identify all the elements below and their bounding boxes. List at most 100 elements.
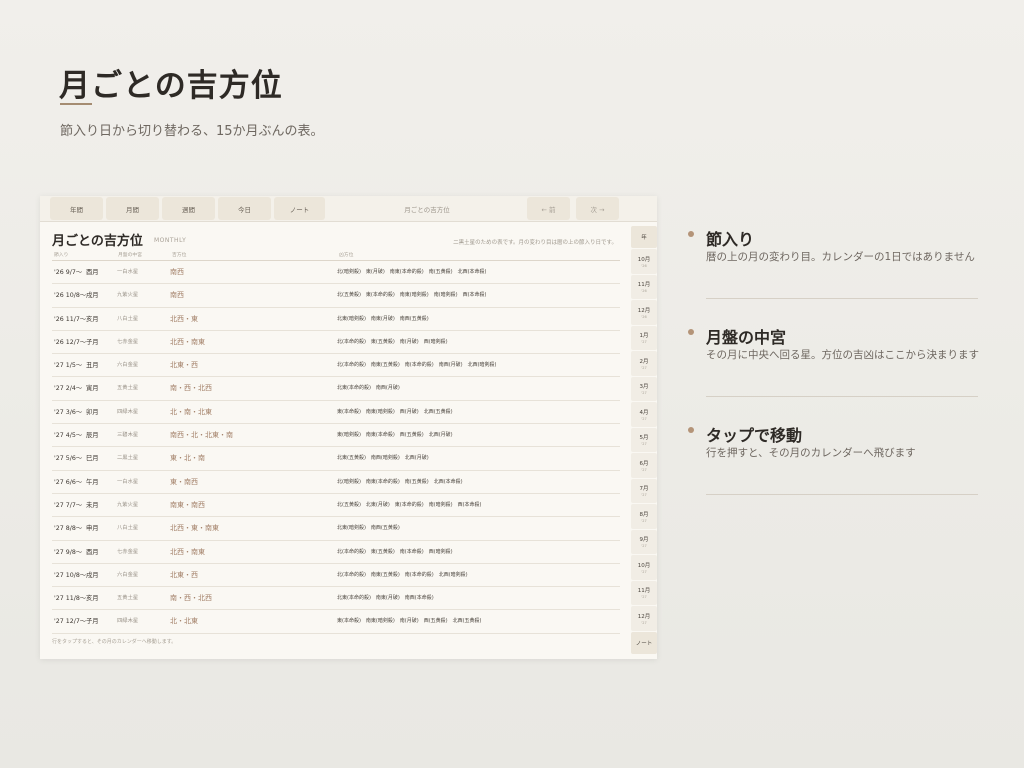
row-bad-directions: 北(本命的殺) 東(五黄殺) 南(月破) 西(暗剣殺): [337, 338, 448, 345]
table-row[interactable]: '27 12/7〜 子月 四緑木星 北・北東 東(本命殺) 南東(暗剣殺) 南(月破) …: [52, 610, 620, 634]
row-branch: 申月: [86, 525, 99, 533]
app-screen: 年間 月間 週間 今日 ノート 月ごとの吉方位 ← 前 次 → 月ごとの吉方位 …: [40, 196, 657, 659]
rail-month-label: 12月: [637, 307, 651, 314]
rail-month-button[interactable]: 8月 '27: [631, 504, 657, 529]
rail-month-button[interactable]: 12月 '26: [631, 300, 657, 325]
table-row[interactable]: '27 3/6〜 卯月 四緑木星 北・南・北東 東(本命殺) 南東(暗剣殺) 西(月破)…: [52, 401, 620, 425]
rail-year-label: '27: [641, 493, 647, 498]
row-date: '27 6/6〜: [54, 478, 83, 486]
row-bad-directions: 北東(五黄殺) 南西(暗剣殺) 北西(月破): [337, 455, 429, 462]
row-center-star: 九紫火星: [117, 501, 139, 508]
row-branch: 子月: [86, 618, 99, 626]
table-row[interactable]: '27 5/6〜 巳月 二黒土星 東・北・南 北東(五黄殺) 南西(暗剣殺) 北西(月破…: [52, 447, 620, 471]
legend-item: 月盤の中宮 その月に中央へ回る星。方位の吉凶はここから決まります: [688, 324, 979, 422]
row-branch: 寅月: [86, 385, 99, 393]
legend-divider: [706, 494, 978, 495]
rail-month-button[interactable]: 5月 '27: [631, 427, 657, 452]
row-good-direction: 北・北東: [170, 617, 198, 626]
row-center-star: 八白土星: [117, 315, 139, 322]
table-row[interactable]: '27 9/8〜 酉月 七赤金星 北西・南東 北(本命的殺) 東(五黄殺) 南(本命殺)…: [52, 541, 620, 564]
header-bad-direction: 凶方位: [339, 253, 354, 258]
content-title: 月ごとの吉方位: [52, 234, 143, 249]
legend-title: 月盤の中宮: [706, 328, 787, 347]
row-center-star: 一白水星: [117, 269, 139, 275]
table-row[interactable]: '27 8/8〜 申月 八白土星 北西・東・南東 北東(暗剣殺) 南西(五黄殺): [52, 517, 620, 541]
table-row[interactable]: '26 11/7〜 亥月 八白土星 北西・東 北東(暗剣殺) 南東(月破) 南西(五黄殺…: [52, 308, 620, 331]
page-title: 月ごとの吉方位: [59, 68, 283, 104]
rail-month-button[interactable]: 9月 '27: [631, 529, 657, 554]
row-date: '27 10/8〜: [54, 571, 87, 579]
rail-month-button[interactable]: 2月 '27: [631, 351, 657, 376]
legend-title: 節入り: [706, 230, 755, 249]
rail-month-button[interactable]: 1月 '27: [631, 325, 657, 350]
row-bad-directions: 東(本命殺) 南東(暗剣殺) 南(月破) 西(五黄殺) 北西(五黄殺): [337, 618, 482, 625]
row-branch: 子月: [86, 338, 99, 346]
row-good-direction: 南・西・北西: [170, 594, 212, 603]
row-bad-directions: 北(暗剣殺) 南東(本命的殺) 南(五黄殺) 北西(本命殺): [337, 478, 463, 485]
row-date: '26 9/7〜: [54, 269, 83, 276]
row-branch: 戌月: [86, 292, 99, 300]
rail-month-button[interactable]: 7月 '27: [631, 478, 657, 503]
rail-month-button[interactable]: 10月 '27: [631, 555, 657, 580]
next-button[interactable]: 次 →: [576, 197, 619, 220]
rail-month-label: 4月: [639, 409, 649, 416]
table-row[interactable]: '27 6/6〜 午月 一白水星 東・南西 北(暗剣殺) 南東(本命的殺) 南(五黄殺)…: [52, 471, 620, 494]
row-good-direction: 南東・南西: [170, 500, 205, 509]
row-branch: 酉月: [86, 548, 99, 556]
row-branch: 亥月: [86, 315, 99, 323]
table-row[interactable]: '27 4/5〜 辰月 三碧木星 南西・北・北東・南 東(暗剣殺) 南東(本命殺) 西(…: [52, 424, 620, 448]
table-row[interactable]: '26 9/7〜 酉月 一白水星 南西 北(暗剣殺) 東(月破) 南東(本命的殺) 南(…: [52, 261, 620, 285]
tab-today[interactable]: 今日: [218, 197, 271, 220]
row-branch: 辰月: [86, 432, 99, 440]
tab-note[interactable]: ノート: [274, 197, 325, 220]
table-row[interactable]: '27 1/5〜 丑月 六白金星 北東・西 北(本命的殺) 南東(五黄殺) 南(本命的殺…: [52, 354, 620, 378]
table-row[interactable]: '26 12/7〜 子月 七赤金星 北西・南東 北(本命的殺) 東(五黄殺) 南(月破)…: [52, 331, 620, 355]
table-row[interactable]: '27 11/8〜 亥月 五黄土星 南・西・北西 北東(本命的殺) 南東(月破) 南西(…: [52, 587, 620, 611]
row-branch: 戌月: [86, 571, 99, 579]
table-row[interactable]: '27 10/8〜 戌月 六白金星 北東・西 北(本命的殺) 南東(五黄殺) 南(本命的…: [52, 564, 620, 588]
rail-year-label: '27: [641, 569, 647, 574]
tab-weekly[interactable]: 週間: [162, 197, 215, 220]
rail-month-button[interactable]: 12月 '27: [631, 606, 657, 631]
table-row[interactable]: '27 2/4〜 寅月 五黄土星 南・西・北西 北東(本命的殺) 南西(月破): [52, 377, 620, 401]
rail-note-button[interactable]: ノート: [631, 631, 657, 654]
row-date: '27 1/5〜: [54, 362, 83, 370]
prev-button[interactable]: ← 前: [527, 197, 570, 220]
rail-month-label: 1月: [639, 333, 649, 340]
rail-month-label: 9月: [639, 537, 649, 544]
row-bad-directions: 東(本命殺) 南東(暗剣殺) 西(月破) 北西(五黄殺): [337, 408, 453, 415]
rail-month-button[interactable]: 11月 '26: [631, 274, 657, 299]
table-row[interactable]: '26 10/8〜 戌月 九紫火星 南西 北(五黄殺) 東(本命的殺) 南東(暗剣殺) …: [52, 284, 620, 308]
row-date: '26 11/7〜: [54, 315, 87, 323]
row-good-direction: 南西・北・北東・南: [170, 431, 233, 440]
rail-month-button[interactable]: 6月 '27: [631, 453, 657, 478]
rail-month-button[interactable]: 11月 '27: [631, 580, 657, 605]
rail-year-label: '26: [641, 289, 647, 294]
row-bad-directions: 北(五黄殺) 東(本命的殺) 南東(暗剣殺) 南(暗剣殺) 西(本命殺): [337, 292, 487, 299]
row-center-star: 七赤金星: [117, 338, 139, 345]
rail-month-button[interactable]: 4月 '27: [631, 402, 657, 427]
rail-month-label: 12月: [637, 613, 651, 620]
row-good-direction: 南西: [170, 268, 184, 276]
row-center-star: 六白金星: [117, 362, 139, 369]
header-center-star: 月盤の中宮: [118, 253, 142, 258]
tab-yearly[interactable]: 年間: [50, 197, 103, 220]
row-bad-directions: 北(暗剣殺) 東(月破) 南東(本命的殺) 南(五黄殺) 北西(本命殺): [337, 269, 487, 275]
row-center-star: 六白金星: [117, 571, 139, 578]
tab-monthly[interactable]: 月間: [106, 197, 159, 220]
title-rule: [60, 103, 92, 105]
row-branch: 巳月: [86, 455, 99, 463]
rail-month-label: 10月: [637, 562, 651, 569]
rail-month-button[interactable]: 10月 '26: [631, 249, 657, 274]
current-view-label: 月ごとの吉方位: [404, 205, 450, 214]
row-center-star: 四緑木星: [117, 408, 139, 415]
rail-year-button[interactable]: 年: [631, 226, 657, 248]
rail-year-label: 年: [641, 235, 647, 241]
rail-year-label: '27: [641, 365, 647, 370]
table-row[interactable]: '27 7/7〜 未月 九紫火星 南東・南西 北(五黄殺) 北東(月破) 東(本命的殺)…: [52, 494, 620, 518]
row-bad-directions: 北東(本命的殺) 南東(月破) 南西(本命殺): [337, 595, 434, 602]
tab-bar: 年間 月間 週間 今日 ノート 月ごとの吉方位 ← 前 次 →: [40, 196, 657, 222]
rail-month-label: 6月: [639, 460, 649, 467]
rail-month-button[interactable]: 3月 '27: [631, 376, 657, 401]
content-note: 二黒土星のための表です。月の変わり目は暦の上の節入り日です。: [453, 240, 617, 246]
